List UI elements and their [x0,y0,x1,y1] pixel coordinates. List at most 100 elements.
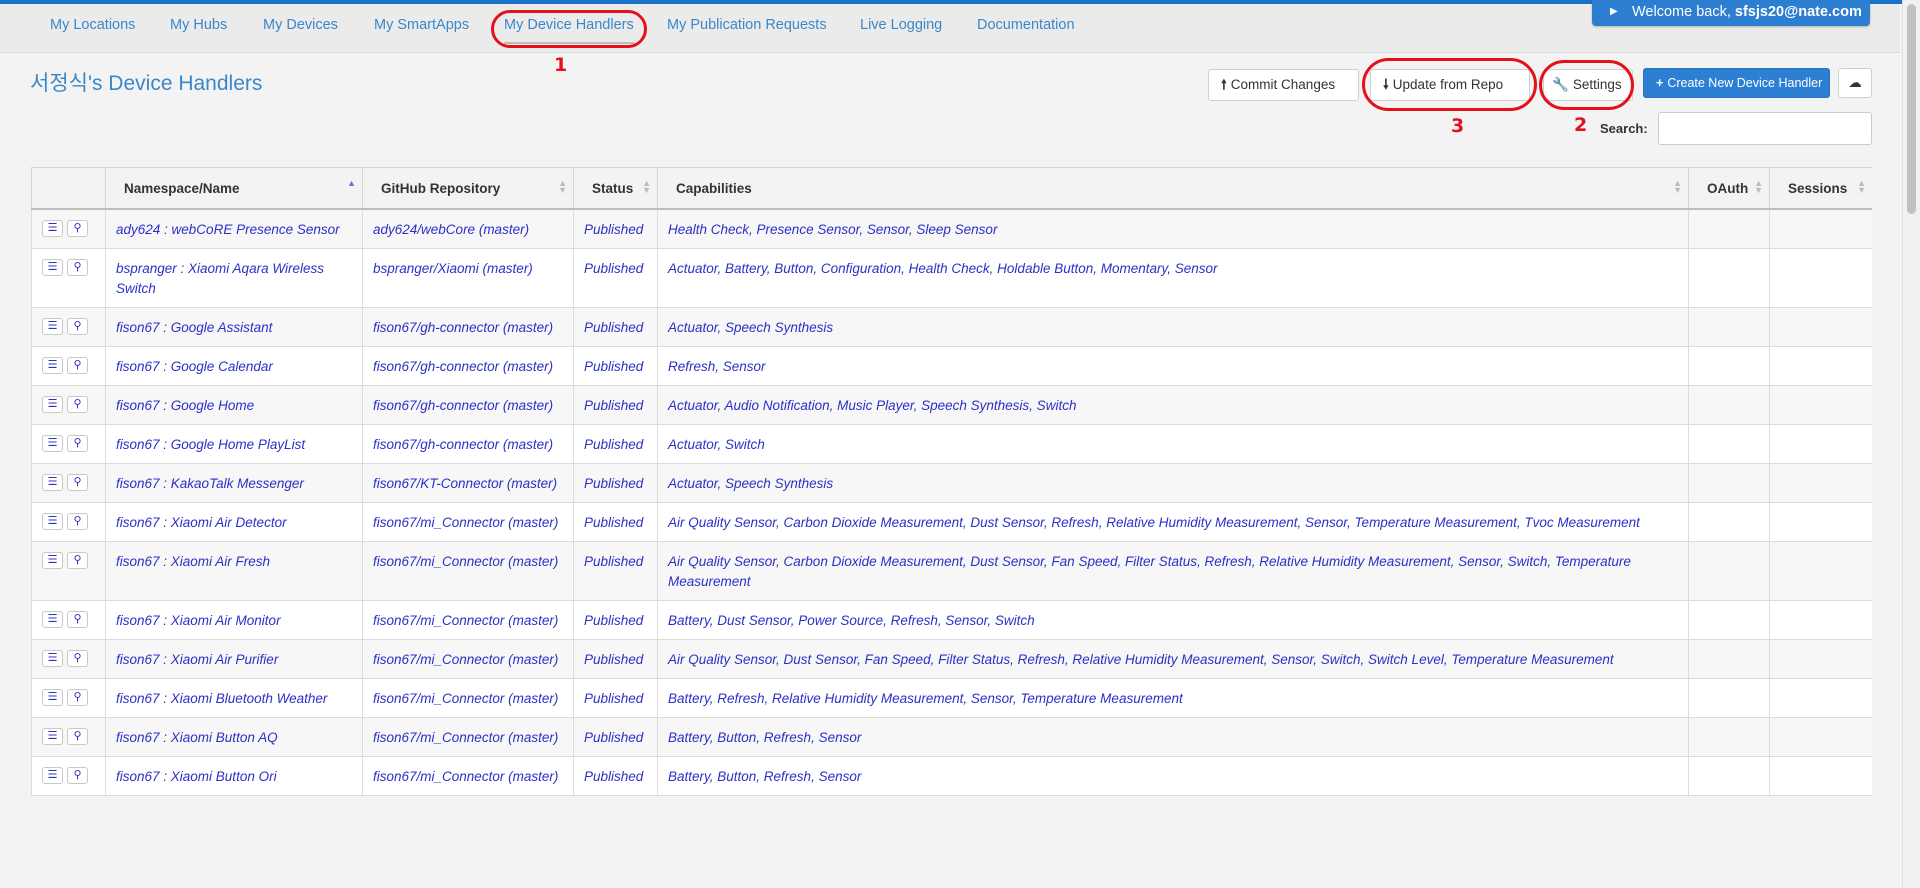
cell-oauth [1688,307,1770,347]
header-namespace-name[interactable]: Namespace/Name ▲ [105,167,363,210]
nav-my-devices[interactable]: My Devices [263,4,338,52]
scrollbar-thumb[interactable] [1907,4,1916,214]
cell-namespace-name[interactable]: fison67 : Google Calendar [105,346,363,386]
magnifier-icon[interactable]: ⚲ [67,689,88,706]
list-icon[interactable]: ☰ [42,357,63,374]
cell-capabilities: Actuator, Battery, Button, Configuration… [657,248,1689,308]
list-icon[interactable]: ☰ [42,474,63,491]
cell-namespace-name[interactable]: fison67 : Xiaomi Bluetooth Weather [105,678,363,718]
list-icon[interactable]: ☰ [42,767,63,784]
table-row: ☰ ⚲ fison67 : Xiaomi Air Fresh fison67/mi_C… [31,541,1872,601]
row-actions: ☰ ⚲ [31,756,106,796]
cell-github-repository[interactable]: fison67/mi_Connector (master) [362,678,574,718]
cell-github-repository[interactable]: fison67/mi_Connector (master) [362,756,574,796]
row-actions: ☰ ⚲ [31,385,106,425]
magnifier-icon[interactable]: ⚲ [67,767,88,784]
cell-github-repository[interactable]: fison67/gh-connector (master) [362,385,574,425]
cell-namespace-name[interactable]: fison67 : Xiaomi Air Detector [105,502,363,542]
commit-changes-button[interactable]: 🠕 Commit Changes [1208,69,1359,101]
magnifier-icon[interactable]: ⚲ [67,650,88,667]
nav-documentation[interactable]: Documentation [977,4,1075,52]
cell-namespace-name[interactable]: fison67 : Google Assistant [105,307,363,347]
cell-namespace-name[interactable]: fison67 : KakaoTalk Messenger [105,463,363,503]
cell-namespace-name[interactable]: fison67 : Xiaomi Button AQ [105,717,363,757]
list-icon[interactable]: ☰ [42,650,63,667]
magnifier-icon[interactable]: ⚲ [67,396,88,413]
update-from-repo-button[interactable]: 🠗 Update from Repo [1370,69,1530,101]
wrench-icon: 🔧 [1552,77,1569,92]
nav-my-locations[interactable]: My Locations [50,4,135,52]
cell-github-repository[interactable]: ady624/webCore (master) [362,208,574,249]
cell-capabilities: Battery, Button, Refresh, Sensor [657,717,1689,757]
cell-namespace-name[interactable]: fison67 : Xiaomi Air Purifier [105,639,363,679]
cell-namespace-name[interactable]: ady624 : webCoRE Presence Sensor [105,208,363,249]
annotation-number-1: 1 [554,54,568,76]
cell-sessions [1769,463,1872,503]
cell-github-repository[interactable]: fison67/gh-connector (master) [362,424,574,464]
caret-right-icon: ▶ [1610,6,1618,17]
annotation-number-2: 2 [1574,114,1588,136]
magnifier-icon[interactable]: ⚲ [67,220,88,237]
nav-live-logging[interactable]: Live Logging [860,4,942,52]
nav-my-publication-requests[interactable]: My Publication Requests [667,4,827,52]
table-row: ☰ ⚲ fison67 : Xiaomi Button Ori fison67/mi_… [31,756,1872,796]
page-scrollbar[interactable] [1902,0,1920,888]
list-icon[interactable]: ☰ [42,318,63,335]
header-oauth[interactable]: OAuth ▲ ▼ [1688,167,1770,210]
search-input[interactable] [1658,112,1872,145]
list-icon[interactable]: ☰ [42,220,63,237]
cell-namespace-name[interactable]: fison67 : Xiaomi Air Fresh [105,541,363,601]
plus-icon: + [1656,76,1664,90]
cloud-upload-icon: ☁ [1848,75,1862,90]
cell-sessions [1769,248,1872,308]
magnifier-icon[interactable]: ⚲ [67,728,88,745]
magnifier-icon[interactable]: ⚲ [67,611,88,628]
cell-capabilities: Refresh, Sensor [657,346,1689,386]
header-status[interactable]: Status ▲ ▼ [573,167,658,210]
cell-github-repository[interactable]: fison67/mi_Connector (master) [362,600,574,640]
cell-namespace-name[interactable]: fison67 : Xiaomi Air Monitor [105,600,363,640]
cell-namespace-name[interactable]: fison67 : Google Home PlayList [105,424,363,464]
magnifier-icon[interactable]: ⚲ [67,318,88,335]
cell-capabilities: Actuator, Audio Notification, Music Play… [657,385,1689,425]
magnifier-icon[interactable]: ⚲ [67,259,88,276]
cell-github-repository[interactable]: fison67/mi_Connector (master) [362,717,574,757]
cell-github-repository[interactable]: fison67/mi_Connector (master) [362,639,574,679]
list-icon[interactable]: ☰ [42,259,63,276]
list-icon[interactable]: ☰ [42,689,63,706]
list-icon[interactable]: ☰ [42,552,63,569]
cell-status: Published [573,424,658,464]
header-github-repository[interactable]: GitHub Repository ▲ ▼ [362,167,574,210]
cell-sessions [1769,346,1872,386]
cell-namespace-name[interactable]: fison67 : Xiaomi Button Ori [105,756,363,796]
table-row: ☰ ⚲ ady624 : webCoRE Presence Sensor ady624… [31,208,1872,249]
cell-github-repository[interactable]: fison67/gh-connector (master) [362,307,574,347]
create-device-handler-button[interactable]: + Create New Device Handler [1643,68,1830,98]
header-sessions[interactable]: Sessions ▲ ▼ [1769,167,1872,210]
magnifier-icon[interactable]: ⚲ [67,513,88,530]
cell-namespace-name[interactable]: fison67 : Google Home [105,385,363,425]
nav-my-device-handlers[interactable]: My Device Handlers [504,4,634,44]
list-icon[interactable]: ☰ [42,513,63,530]
list-icon[interactable]: ☰ [42,728,63,745]
cell-github-repository[interactable]: bspranger/Xiaomi (master) [362,248,574,308]
cell-github-repository[interactable]: fison67/KT-Connector (master) [362,463,574,503]
header-capabilities[interactable]: Capabilities ▲ ▼ [657,167,1689,210]
list-icon[interactable]: ☰ [42,435,63,452]
list-icon[interactable]: ☰ [42,611,63,628]
welcome-user-menu[interactable]: ▶ Welcome back, sfsjs20@nate.com [1592,0,1870,26]
cell-github-repository[interactable]: fison67/mi_Connector (master) [362,502,574,542]
cell-github-repository[interactable]: fison67/gh-connector (master) [362,346,574,386]
magnifier-icon[interactable]: ⚲ [67,435,88,452]
magnifier-icon[interactable]: ⚲ [67,357,88,374]
settings-button[interactable]: 🔧 Settings [1543,69,1633,101]
nav-my-smartapps[interactable]: My SmartApps [374,4,469,52]
magnifier-icon[interactable]: ⚲ [67,474,88,491]
cell-github-repository[interactable]: fison67/mi_Connector (master) [362,541,574,601]
list-icon[interactable]: ☰ [42,396,63,413]
magnifier-icon[interactable]: ⚲ [67,552,88,569]
cell-status: Published [573,208,658,249]
cell-namespace-name[interactable]: bspranger : Xiaomi Aqara Wireless Switch [105,248,363,308]
cloud-upload-button[interactable]: ☁ [1838,68,1872,98]
nav-my-hubs[interactable]: My Hubs [170,4,227,52]
